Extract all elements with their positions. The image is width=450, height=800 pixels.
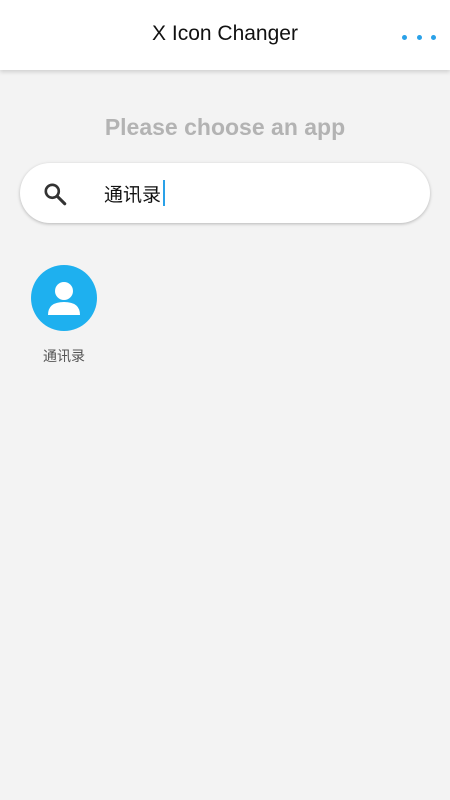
contacts-app-icon	[31, 265, 97, 331]
choose-app-prompt: Please choose an app	[104, 114, 346, 140]
more-options-button[interactable]	[402, 26, 436, 48]
search-icon	[44, 183, 67, 206]
more-horizontal-icon	[431, 34, 436, 40]
text-cursor	[163, 180, 166, 206]
app-bar: X Icon Changer	[0, 0, 450, 70]
more-horizontal-icon	[402, 34, 407, 40]
app-tile-contacts[interactable]: 通讯录	[20, 262, 108, 372]
contacts-icon	[48, 282, 80, 315]
app-label: 通讯录	[43, 349, 85, 365]
search-bar[interactable]: 通讯录	[20, 163, 430, 223]
app-title: X Icon Changer	[152, 22, 298, 45]
search-input-value: 通讯录	[104, 183, 162, 206]
more-horizontal-icon	[416, 34, 422, 40]
search-input[interactable]: 通讯录	[104, 178, 166, 208]
